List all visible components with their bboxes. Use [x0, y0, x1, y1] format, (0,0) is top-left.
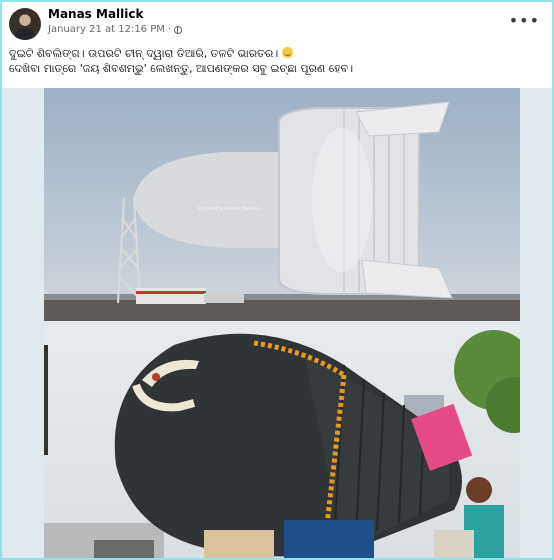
post-caption: ଦୁଇଟି ଶିବଲିଙ୍ଗ। ଉପରଟି ଚୀନ୍ ଦ୍ୱାରା ତିଆରି,… [9, 46, 544, 76]
post-header: Manas Mallick January 21 at 12:16 PM · •… [2, 2, 552, 44]
post-date[interactable]: January 21 at 12:16 PM [48, 24, 165, 35]
meta-separator: · [167, 24, 172, 35]
facebook-post: Manas Mallick January 21 at 12:16 PM · •… [2, 2, 552, 558]
photo-watermark: Satyendra Kumar Behera [197, 206, 260, 212]
caption-line-2: ଦେଖିବା ମାତ୍ରେ 'ଜୟ ଶିବଶମ୍ଭୁ' ଲେଖନ୍ତୁ, ଆପଣ… [9, 62, 354, 75]
smile-emoji-icon [281, 47, 293, 58]
airship-photo[interactable]: Satyendra Kumar Behera [44, 88, 520, 321]
author-name[interactable]: Manas Mallick [48, 7, 143, 21]
photo-collage[interactable]: Satyendra Kumar Behera [2, 88, 552, 558]
globe-icon[interactable] [174, 25, 183, 34]
more-options-icon[interactable]: ••• [509, 13, 540, 29]
post-meta: January 21 at 12:16 PM · [48, 24, 183, 35]
caption-line-1: ଦୁଇଟି ଶିବଲିଙ୍ଗ। ଉପରଟି ଚୀନ୍ ଦ୍ୱାରା ତିଆରି,… [9, 47, 279, 60]
shivling-illustration [44, 330, 520, 558]
avatar[interactable] [9, 8, 41, 40]
shivling-photo[interactable] [44, 325, 520, 558]
airship-illustration [44, 101, 520, 321]
